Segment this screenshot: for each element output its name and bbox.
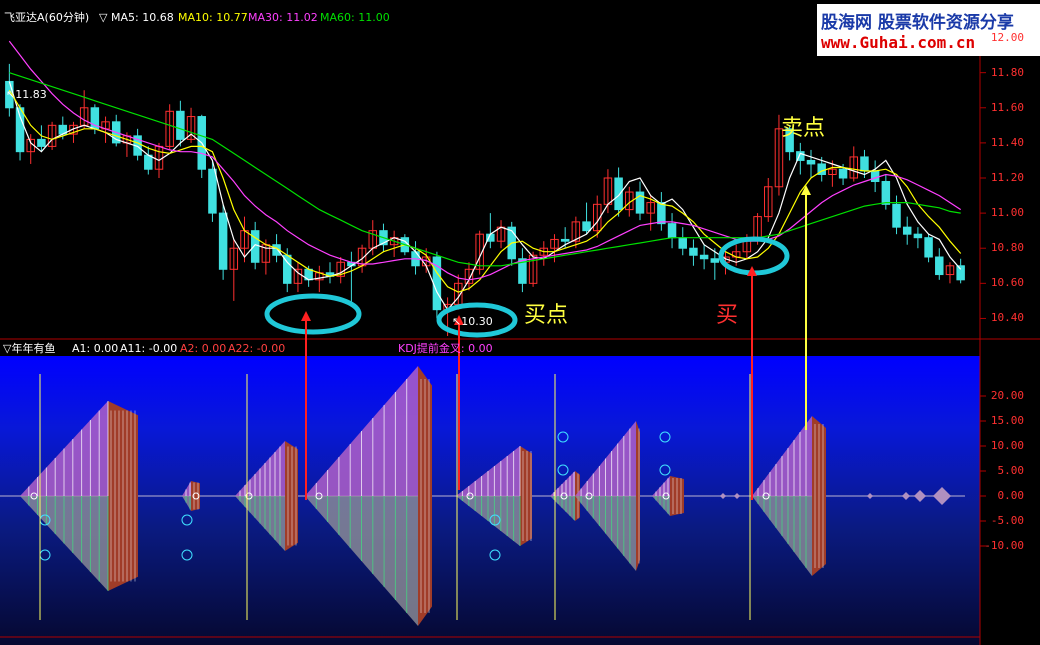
price-tick-label: 11.80 — [990, 65, 1024, 79]
candle-body — [838, 168, 848, 179]
buy-point-label: 买点 — [524, 303, 569, 328]
ind-tick-label: 15.00 — [990, 414, 1024, 427]
stock-title: 飞亚达A(60分钟) — [4, 11, 90, 24]
candle-body — [218, 212, 228, 270]
candle-body — [956, 265, 965, 281]
price-tick-label: 12.00 — [990, 30, 1024, 44]
candle-body — [806, 159, 816, 165]
ma60-label-text: MA60: — [320, 11, 355, 24]
candle-body — [15, 107, 25, 153]
ma60-value: 11.00 — [358, 11, 390, 24]
price-tick-label: 11.00 — [990, 206, 1024, 220]
candle-body — [913, 233, 923, 239]
candle-body — [560, 238, 570, 242]
candle-body — [657, 202, 666, 225]
ind-tick-label: 0.00 — [997, 489, 1025, 502]
low-price-marker: ↖10.30 — [452, 315, 493, 328]
price-panel-bg — [0, 8, 980, 338]
ma30-label: MA30: 11.02 — [248, 11, 318, 24]
candle-body — [860, 156, 869, 172]
ma5-label-text: MA5: — [111, 11, 139, 24]
candle-body — [614, 177, 623, 211]
candle-body — [892, 203, 901, 228]
logo-title: 股海网 股票软件资源分享 — [821, 8, 1014, 33]
price-tick-label: 11.60 — [990, 100, 1024, 114]
ma5-value: 10.68 — [142, 11, 174, 24]
price-tick-label: 11.40 — [990, 135, 1024, 149]
ind-tick-label: 5.00 — [997, 464, 1025, 477]
low-price-value: 10.30 — [461, 315, 493, 328]
price-tick-label: 10.60 — [990, 276, 1024, 290]
ma-toggle-icon[interactable]: ▽ — [99, 11, 107, 24]
indicator-a11: A11: -0.00 — [120, 342, 178, 355]
candle-body — [699, 254, 709, 260]
candle-body — [667, 223, 677, 239]
indicator-a22: A22: -0.00 — [228, 342, 286, 355]
candle-body — [37, 138, 46, 147]
ind-tick-label: -5.00 — [990, 514, 1024, 527]
high-price-value: 11.83 — [15, 88, 47, 101]
ma5-label: MA5: 10.68 — [111, 11, 174, 24]
logo-url: www.Guhai.com.cn — [821, 33, 976, 52]
ma60-label: MA60: 11.00 — [320, 11, 390, 24]
candle-body — [176, 110, 185, 140]
price-tick-label: 11.20 — [990, 171, 1024, 184]
fish-tail — [520, 446, 532, 546]
candle-body — [924, 237, 933, 258]
candle-body — [678, 237, 687, 249]
sell-point-label: 卖点 — [781, 116, 826, 141]
chart-canvas[interactable] — [0, 0, 1040, 645]
candle-body — [870, 170, 880, 183]
ma10-value: 10.77 — [216, 11, 248, 24]
logo-brand: 股海网 — [821, 13, 872, 33]
candle-body — [582, 221, 591, 232]
price-tick-label: 10.40 — [990, 311, 1024, 325]
indicator-a1: A1: 0.00 — [72, 342, 119, 355]
candle-body — [710, 258, 720, 263]
buy-label: 买 — [716, 303, 739, 328]
indicator-a2: A2: 0.00 — [180, 342, 227, 355]
indicator-name[interactable]: ▽年年有鱼 — [3, 342, 55, 355]
indicator-kdj: KDJ提前金叉: 0.00 — [398, 342, 493, 355]
high-price-marker: ↖11.83 — [6, 88, 47, 101]
candle-body — [689, 247, 698, 256]
chart-window: 飞亚达A(60分钟) ▽ MA5: 10.68 MA10: 10.77 MA30… — [0, 0, 1040, 645]
ind-tick-label: -10.00 — [984, 539, 1024, 552]
fish-tail — [636, 421, 640, 571]
candle-body — [935, 256, 944, 276]
ma10-label-text: MA10: — [178, 11, 213, 24]
candle-body — [208, 168, 217, 214]
top-menu-remnant — [0, 0, 817, 8]
candle-body — [144, 154, 153, 170]
ma30-value: 11.02 — [286, 11, 318, 24]
candle-body — [902, 226, 912, 235]
candle-body — [881, 181, 891, 205]
ma30-label-text: MA30: — [248, 11, 283, 24]
ma10-label: MA10: 10.77 — [178, 11, 248, 24]
price-tick-label: 10.80 — [990, 241, 1024, 255]
ind-tick-label: 10.00 — [990, 439, 1024, 452]
ind-tick-label: 20.00 — [990, 389, 1024, 402]
